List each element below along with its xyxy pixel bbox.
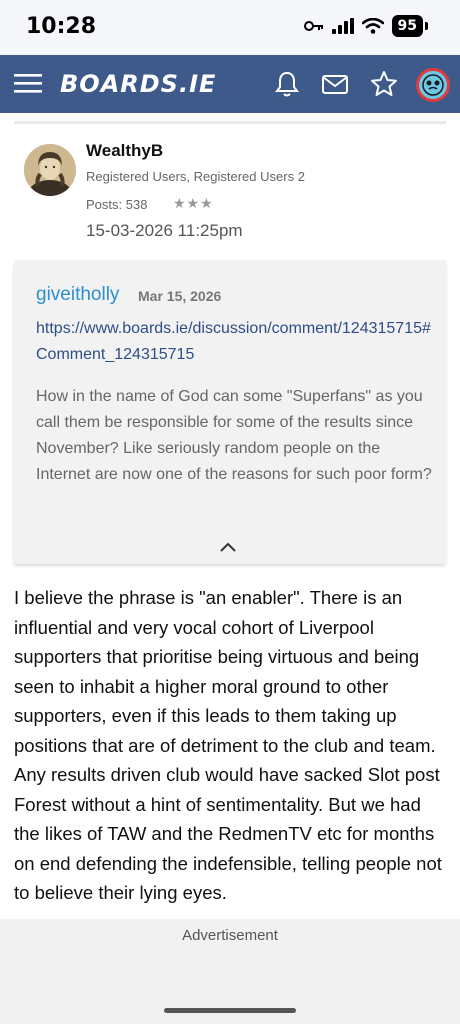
portrait-icon bbox=[24, 144, 76, 196]
mail-icon[interactable] bbox=[320, 69, 350, 99]
star-icon[interactable] bbox=[369, 69, 399, 99]
user-avatar[interactable] bbox=[416, 68, 450, 102]
wifi-icon bbox=[361, 18, 384, 34]
rank-stars: ★★★ bbox=[173, 195, 214, 211]
divider bbox=[14, 121, 446, 124]
post-date[interactable]: 15-03-2026 11:25pm bbox=[86, 221, 243, 241]
status-icons: 95 bbox=[303, 15, 428, 37]
quote-author[interactable]: giveitholly bbox=[36, 284, 119, 306]
bell-icon[interactable] bbox=[272, 69, 302, 99]
app-header: BOARDS.IE bbox=[0, 55, 460, 113]
avatar-face-icon bbox=[422, 74, 444, 96]
quote-text: How in the name of God can some "Superfa… bbox=[36, 388, 432, 483]
quote-block: giveitholly Mar 15, 2026 https://www.boa… bbox=[14, 260, 446, 564]
chevron-up-icon[interactable] bbox=[218, 540, 238, 554]
author-roles: Registered Users, Registered Users 2 bbox=[86, 169, 305, 184]
quote-date: Mar 15, 2026 bbox=[138, 288, 222, 304]
menu-icon[interactable] bbox=[14, 71, 42, 95]
signal-icon bbox=[331, 18, 354, 34]
ad-label: Advertisement bbox=[182, 927, 278, 944]
ad-area: Advertisement bbox=[0, 919, 460, 1024]
quote-link[interactable]: https://www.boards.ie/discussion/comment… bbox=[36, 316, 436, 368]
post-body: I believe the phrase is "an enabler". Th… bbox=[14, 587, 442, 903]
key-icon bbox=[303, 21, 323, 31]
author-post-count: Posts: 538 bbox=[86, 197, 148, 212]
author-name[interactable]: WealthyB bbox=[86, 141, 163, 161]
status-time: 10:28 bbox=[26, 14, 97, 39]
author-avatar[interactable] bbox=[24, 144, 76, 196]
battery-icon: 95 bbox=[391, 15, 423, 37]
status-bar: 10:28 95 bbox=[0, 0, 460, 54]
home-indicator[interactable] bbox=[164, 1008, 296, 1013]
post-content: WealthyB Registered Users, Registered Us… bbox=[0, 113, 460, 919]
site-logo[interactable]: BOARDS.IE bbox=[60, 70, 216, 98]
battery-cap bbox=[425, 22, 428, 30]
